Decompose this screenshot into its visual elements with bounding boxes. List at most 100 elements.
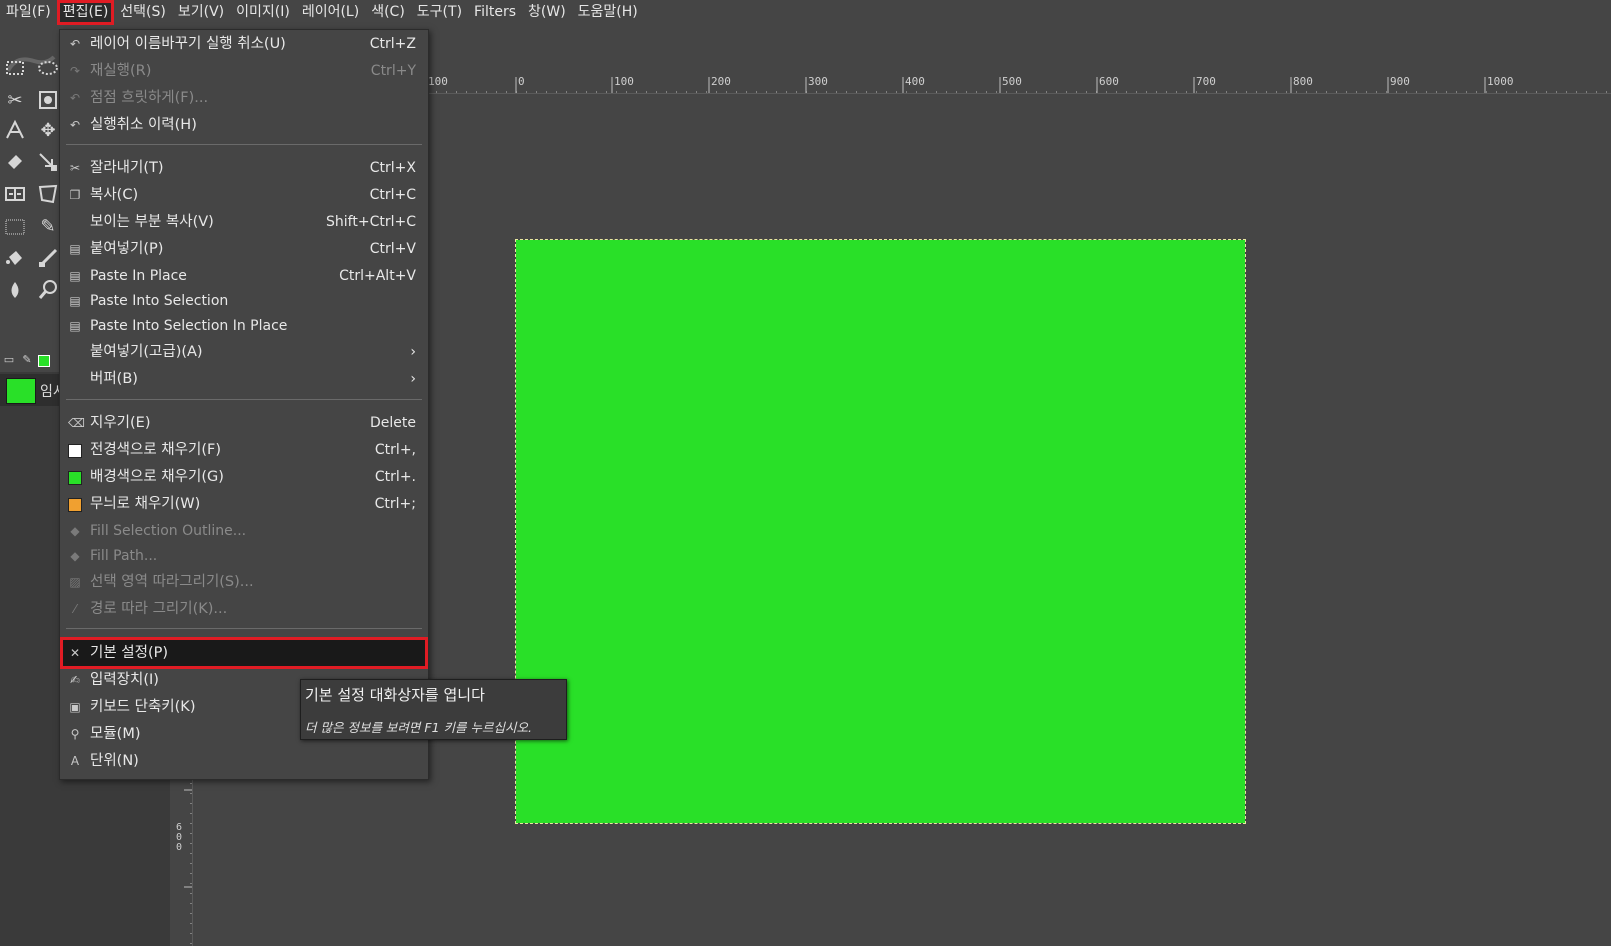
fill-path-item[interactable]: ◆ Fill Path...	[60, 543, 428, 569]
transform-icon[interactable]	[3, 151, 27, 175]
image-canvas[interactable]	[515, 239, 1246, 824]
fill-selection-outline-item[interactable]: ◆ Fill Selection Outline...	[60, 518, 428, 544]
chevron-right-icon: ›	[410, 371, 416, 387]
redo-shortcut: Ctrl+Y	[370, 63, 416, 79]
pattern-swatch	[68, 498, 82, 512]
stroke-path-icon: ⁄	[73, 602, 76, 616]
menu-help[interactable]: 도움말(H)	[572, 0, 644, 25]
move-icon[interactable]: ✥	[36, 119, 60, 143]
input-devices-label: 입력장치(I)	[90, 672, 159, 688]
pencil-icon[interactable]: ✎	[36, 215, 60, 239]
paste-icon: ▤	[69, 294, 81, 308]
menu-view[interactable]: 보기(V)	[172, 0, 230, 25]
menu-file[interactable]: 파일(F)	[0, 0, 57, 25]
foreground-select-icon[interactable]	[36, 89, 60, 113]
units-label: 단위(N)	[90, 753, 139, 769]
toolbox: ✂ ✥ ✎	[0, 25, 60, 365]
undo-label: 레이어 이름바꾸기 실행 취소(U)	[90, 36, 286, 52]
copy-visible-label: 보이는 부분 복사(V)	[90, 214, 214, 230]
paths-tab-icon[interactable]: ✎	[20, 353, 34, 367]
cut-item[interactable]: ✂ 잘라내기(T) Ctrl+X	[60, 155, 428, 181]
paste-into-selection-item[interactable]: ▤ Paste Into Selection	[60, 288, 428, 314]
fade-icon: ↶	[69, 91, 81, 105]
stroke-selection-item[interactable]: ▨ 선택 영역 따라그리기(S)...	[60, 569, 428, 595]
fade-label: 점점 흐릿하게(F)...	[90, 90, 209, 106]
layer-thumbnail	[6, 378, 36, 404]
copy-visible-shortcut: Shift+Ctrl+C	[326, 214, 416, 230]
clear-item[interactable]: ⌫ 지우기(E) Delete	[60, 410, 428, 436]
preferences-item[interactable]: ✕ 기본 설정(P)	[60, 637, 428, 669]
menu-filters[interactable]: Filters	[468, 0, 522, 25]
menu-select[interactable]: 선택(S)	[114, 0, 172, 25]
bucket-fill-icon[interactable]	[3, 247, 27, 271]
horizontal-ruler[interactable]: 100 0 100 200 300 400 500 600 700 800 90…	[256, 73, 1611, 94]
modules-label: 모듈(M)	[90, 726, 141, 742]
paste-into-selection-in-place-label: Paste Into Selection In Place	[90, 318, 288, 334]
units-item[interactable]: A 단위(N)	[60, 748, 428, 774]
stroke-icon: ▨	[69, 575, 81, 589]
menu-layer[interactable]: 레이어(L)	[296, 0, 365, 25]
menu-colors[interactable]: 색(C)	[365, 0, 411, 25]
paste-icon: ▤	[69, 242, 81, 256]
fill-bg-label: 배경색으로 채우기(G)	[90, 469, 224, 485]
paste-in-place-shortcut: Ctrl+Alt+V	[339, 268, 416, 284]
undo-icon: ↶	[69, 37, 81, 51]
fill-bg-shortcut: Ctrl+.	[374, 469, 416, 485]
cage-transform-icon[interactable]	[36, 183, 60, 207]
fill-selection-outline-label: Fill Selection Outline...	[90, 523, 247, 539]
paste-in-place-label: Paste In Place	[90, 268, 187, 284]
fill-pattern-item[interactable]: 무늬로 채우기(W) Ctrl+;	[60, 491, 428, 517]
paste-as-label: 붙여넣기(고급)(A)	[90, 344, 203, 360]
copy-item[interactable]: ❐ 복사(C) Ctrl+C	[60, 182, 428, 208]
chevron-right-icon: ›	[410, 344, 416, 360]
input-device-icon: ✍	[69, 673, 81, 687]
clone-icon[interactable]	[36, 279, 60, 303]
undo-history-label: 실행취소 이력(H)	[90, 117, 197, 133]
redo-label: 재실행(R)	[90, 63, 152, 79]
preferences-icon: ✕	[69, 646, 81, 660]
stroke-selection-label: 선택 영역 따라그리기(S)...	[90, 574, 254, 590]
paste-into-selection-label: Paste Into Selection	[90, 293, 229, 309]
ellipse-select-icon[interactable]	[36, 57, 60, 81]
paste-in-place-item[interactable]: ▤ Paste In Place Ctrl+Alt+V	[60, 263, 428, 289]
paste-into-selection-in-place-item[interactable]: ▤ Paste Into Selection In Place	[60, 313, 428, 339]
copy-icon: ❐	[69, 188, 81, 202]
copy-visible-item[interactable]: 보이는 부분 복사(V) Shift+Ctrl+C	[60, 209, 428, 235]
channels-tab-icon[interactable]	[38, 355, 50, 367]
menu-separator	[66, 399, 422, 400]
bucket-icon: ◆	[70, 524, 80, 538]
menu-separator	[66, 144, 422, 145]
scissors-select-icon[interactable]: ✂	[3, 89, 27, 113]
stroke-path-item[interactable]: ⁄ 경로 따라 그리기(K)...	[60, 596, 428, 622]
fill-fg-item[interactable]: 전경색으로 채우기(F) Ctrl+,	[60, 437, 428, 463]
eraser-icon: ⌫	[68, 416, 85, 430]
undo-item[interactable]: ↶ 레이어 이름바꾸기 실행 취소(U) Ctrl+Z	[60, 31, 428, 57]
menu-edit[interactable]: 편집(E)	[56, 0, 115, 25]
paste-item[interactable]: ▤ 붙여넣기(P) Ctrl+V	[60, 236, 428, 262]
redo-item[interactable]: ↷ 재실행(R) Ctrl+Y	[60, 58, 428, 84]
buffer-label: 버퍼(B)	[90, 371, 138, 387]
paste-as-submenu[interactable]: 붙여넣기(고급)(A) ›	[60, 339, 428, 365]
undo-history-item[interactable]: ↶ 실행취소 이력(H)	[60, 112, 428, 138]
stroke-path-label: 경로 따라 그리기(K)...	[90, 601, 228, 617]
rect-select-icon[interactable]	[3, 57, 27, 81]
fill-pattern-label: 무늬로 채우기(W)	[90, 496, 201, 512]
paths-icon[interactable]	[3, 119, 27, 143]
fill-fg-shortcut: Ctrl+,	[374, 442, 416, 458]
menu-separator	[66, 628, 422, 629]
cut-label: 잘라내기(T)	[90, 160, 164, 176]
smudge-icon[interactable]	[36, 247, 60, 271]
buffer-submenu[interactable]: 버퍼(B) ›	[60, 366, 428, 392]
flip-icon[interactable]	[3, 183, 27, 207]
fill-bg-item[interactable]: 배경색으로 채우기(G) Ctrl+.	[60, 464, 428, 490]
scale-icon[interactable]	[36, 151, 60, 175]
layers-tab-icon[interactable]: ▭	[2, 353, 16, 367]
copy-shortcut: Ctrl+C	[369, 187, 416, 203]
gradient-icon[interactable]	[3, 215, 27, 239]
menu-image[interactable]: 이미지(I)	[230, 0, 296, 25]
ink-drop-icon[interactable]	[3, 279, 27, 303]
keyboard-icon: ▣	[69, 700, 81, 714]
fade-item[interactable]: ↶ 점점 흐릿하게(F)...	[60, 85, 428, 111]
menu-windows[interactable]: 창(W)	[522, 0, 572, 25]
menu-tools[interactable]: 도구(T)	[411, 0, 468, 25]
